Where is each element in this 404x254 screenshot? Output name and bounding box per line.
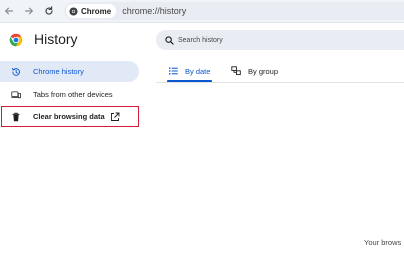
forward-button[interactable] <box>21 3 37 19</box>
empty-state-text: Your brows <box>364 238 402 247</box>
devices-icon <box>11 90 21 100</box>
history-icon <box>11 67 21 77</box>
search-input[interactable]: Search history <box>178 37 223 44</box>
tab-by-group[interactable]: By group <box>231 62 278 80</box>
url-text[interactable]: chrome://history <box>122 6 186 16</box>
list-icon <box>169 67 178 75</box>
sidebar-item-tabs-from-other-devices[interactable]: Tabs from other devices <box>0 84 139 105</box>
sidebar-item-label: Tabs from other devices <box>33 90 113 99</box>
forward-arrow-icon <box>24 7 33 15</box>
highlight-box <box>1 106 139 127</box>
tab-label: By group <box>248 66 279 76</box>
group-icon <box>231 66 241 76</box>
tabs-divider <box>156 82 404 83</box>
back-arrow-icon <box>5 7 14 15</box>
back-button[interactable] <box>1 3 17 19</box>
site-info-chip[interactable]: Chrome <box>66 4 117 18</box>
page-title: History <box>34 31 78 47</box>
chip-label: Chrome <box>81 6 112 16</box>
chrome-logo <box>9 33 23 47</box>
chrome-logo-icon <box>69 6 78 16</box>
tab-label: By date <box>185 66 211 76</box>
search-icon <box>165 35 174 45</box>
sidebar-item-label: Chrome history <box>33 67 84 76</box>
reload-button[interactable] <box>41 3 57 19</box>
history-page: Chrome chrome://history History Search h… <box>0 0 404 254</box>
reload-icon <box>45 6 53 15</box>
browser-toolbar: Chrome chrome://history <box>0 0 404 23</box>
sidebar-item-chrome-history[interactable]: Chrome history <box>0 61 139 82</box>
chrome-logo-icon <box>9 33 23 47</box>
address-bar[interactable]: Chrome chrome://history <box>64 2 404 20</box>
tab-by-date[interactable]: By date <box>169 62 210 80</box>
search-bar[interactable]: Search history <box>156 30 404 50</box>
